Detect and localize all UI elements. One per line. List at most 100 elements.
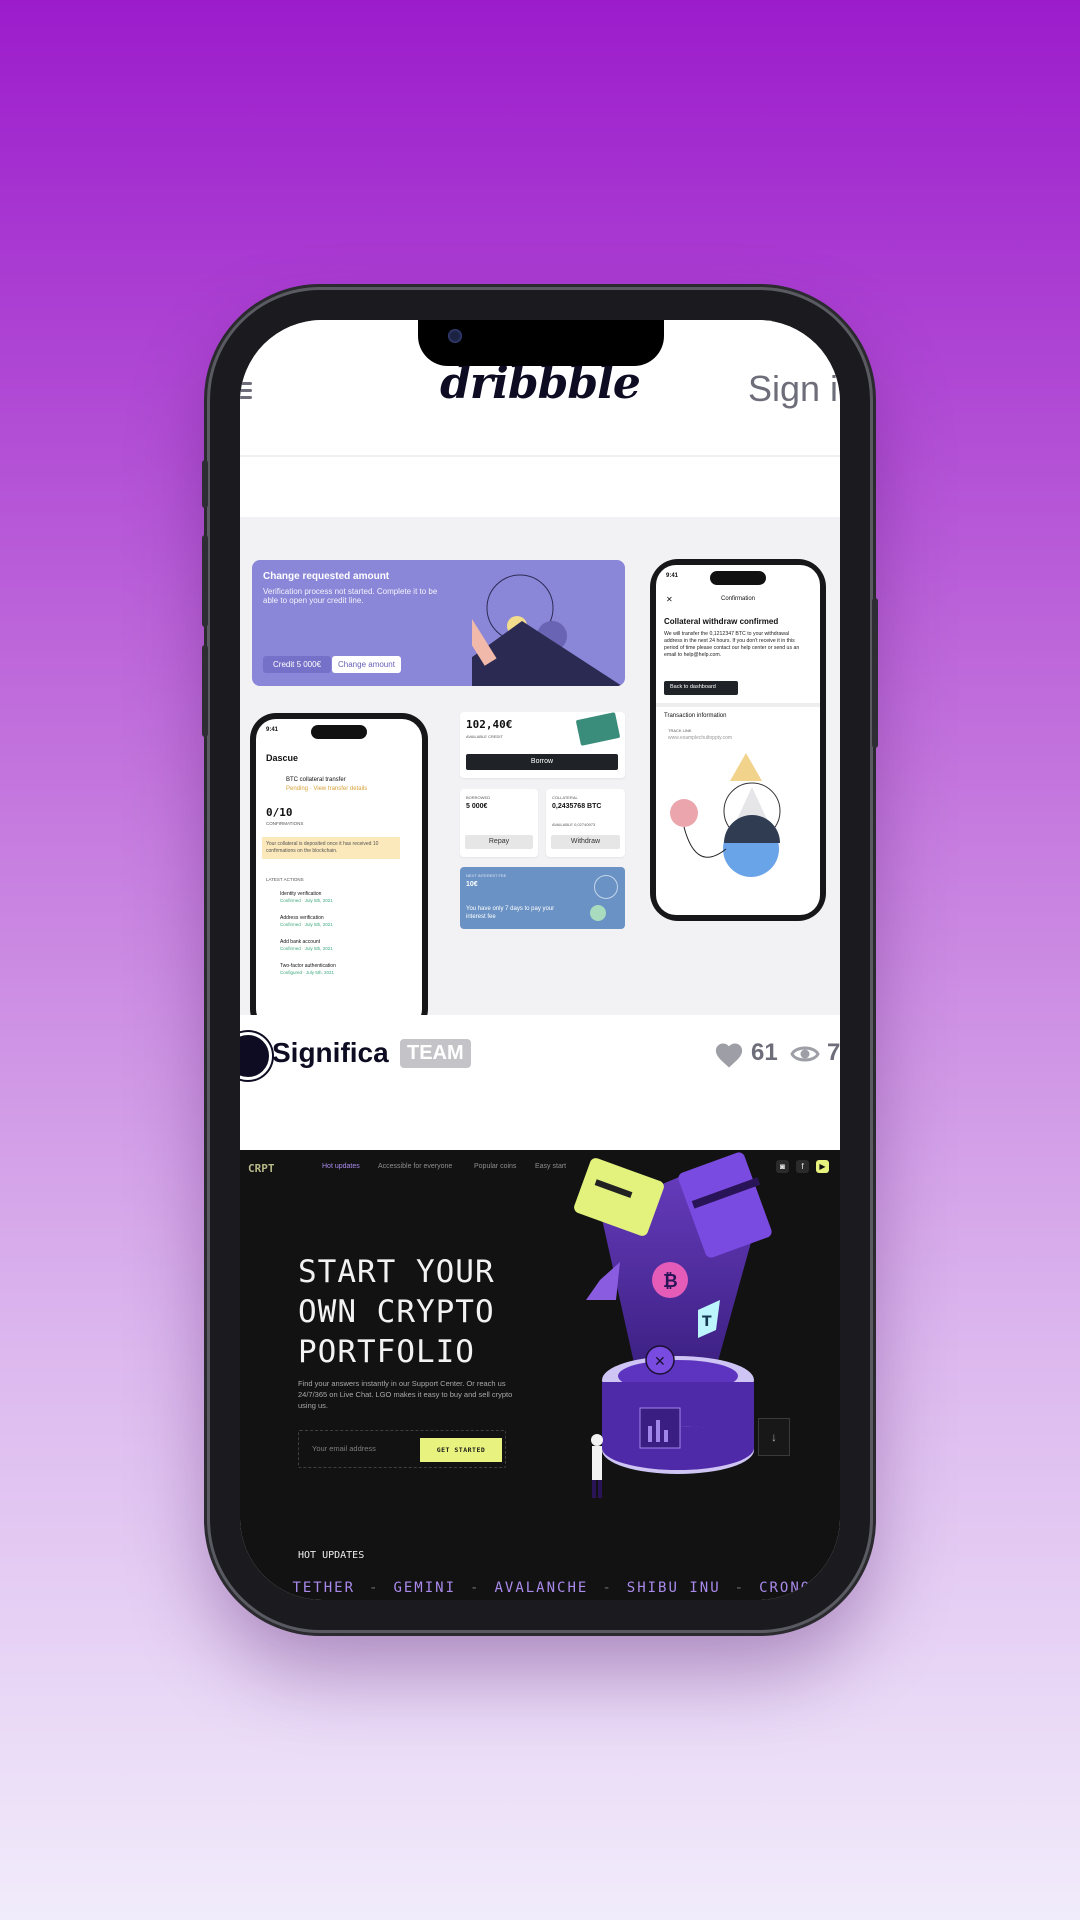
- youtube-icon: ▶: [816, 1160, 829, 1173]
- facebook-icon: f: [796, 1160, 809, 1173]
- mockup-action-sub: Confirmed · July 5th, 2021: [280, 922, 333, 927]
- left-mockup-phone: 9:41 Dascue BTC collateral transfer Pend…: [250, 713, 428, 1015]
- withdraw-button: Withdraw: [551, 835, 620, 849]
- likes-count: 61: [751, 1039, 778, 1066]
- transaction-info-label: Transaction information: [664, 713, 727, 719]
- crypto-illustration: ₿ T ✕: [574, 1152, 772, 1498]
- mockup-confirmations-label: CONFIRMATIONS: [266, 821, 304, 826]
- author-name[interactable]: Significa: [272, 1037, 389, 1069]
- ticker-separator: -: [470, 1580, 481, 1596]
- svg-text:T: T: [702, 1314, 712, 1330]
- camera-icon: [448, 329, 462, 343]
- track-link-label: TRACK LINK: [668, 728, 692, 733]
- team-badge: TEAM: [400, 1039, 471, 1068]
- mute-switch: [202, 460, 208, 508]
- available-btc: AVAILABLE 0,02740973: [552, 822, 596, 827]
- mockup-time-right: 9:41: [666, 573, 679, 579]
- ticker-separator: -: [369, 1580, 380, 1596]
- back-to-dashboard-button: Back to dashboard: [664, 681, 738, 695]
- phone-frame: dribbble Sign in Change requested amount…: [202, 290, 878, 1630]
- power-button: [872, 598, 878, 748]
- change-amount-pill: Change amount: [332, 656, 401, 673]
- interest-text: You have only 7 days to pay your interes…: [466, 906, 555, 920]
- confirmation-body: We will transfer the 0,1212347 BTC to yo…: [664, 631, 800, 658]
- ticker-shibu-inu: SHIBU INU: [626, 1580, 721, 1596]
- mockup-time: 9:41: [266, 727, 279, 733]
- credit-pill: Credit 5 000€: [263, 656, 332, 673]
- collateral-card: COLLATERAL 0,2435768 BTC AVAILABLE 0,027…: [546, 789, 625, 857]
- card-illustration: [472, 574, 622, 686]
- change-amount-card: Change requested amount Verification pro…: [252, 560, 625, 686]
- track-link-value: www.examplechultoppty.com: [668, 735, 733, 741]
- confirmation-header: Confirmation: [720, 596, 755, 602]
- volume-up-button: [202, 535, 208, 627]
- card-body: Verification process not started. Comple…: [263, 587, 438, 605]
- shot-thumbnail-significa[interactable]: Change requested amount Verification pro…: [240, 517, 840, 1015]
- ticker-tether: TETHER: [292, 1580, 356, 1596]
- mockup-action-sub: Confirmed · July 5th, 2021: [280, 898, 333, 903]
- borrow-label: Borrow: [530, 758, 554, 765]
- nav-popular-coins: Popular coins: [474, 1163, 517, 1170]
- available-credit-value: 102,40€: [466, 718, 513, 731]
- borrowed-card: BORROWED 5 000€ Repay: [460, 789, 538, 857]
- section-divider: [656, 703, 820, 707]
- mockup-action-sub: Configured · July 5th, 2021: [280, 970, 335, 975]
- crpt-logo: CRPT: [248, 1162, 275, 1175]
- mockup-notice: Your collateral is deposited once it has…: [262, 837, 400, 859]
- mockup-action-title: Address verification: [280, 915, 324, 921]
- svg-text:✕: ✕: [654, 1354, 666, 1370]
- sign-in-link[interactable]: Sign in: [748, 368, 840, 410]
- ticker-avalanche: AVALANCHE: [494, 1580, 589, 1596]
- collateral-label: COLLATERAL: [552, 795, 578, 800]
- get-started-button: GET STARTED: [420, 1438, 502, 1462]
- hero-headline: START YOUR OWN CRYPTO PORTFOLIO: [298, 1254, 495, 1370]
- avatar[interactable]: [240, 1032, 272, 1080]
- interest-circle: [594, 875, 618, 899]
- views-count: 7: [827, 1039, 840, 1066]
- available-credit-card: 102,40€ AVAILABLE CREDIT Borrow: [460, 712, 625, 778]
- right-mockup-phone: 9:41 ✕ Confirmation Collateral withdraw …: [650, 559, 826, 921]
- mockup-transfer-sub: Pending · View transfer details: [286, 786, 368, 792]
- svg-text:₿: ₿: [663, 1271, 678, 1292]
- repay-button: Repay: [465, 835, 533, 849]
- nav-hot-updates: Hot updates: [322, 1163, 360, 1170]
- mini-card-graphic: [575, 712, 621, 746]
- heart-icon[interactable]: [714, 1041, 744, 1069]
- collateral-value: 0,2435768 BTC: [552, 803, 602, 810]
- nav-accessible: Accessible for everyone: [378, 1163, 453, 1170]
- interest-card: NEXT INTEREST FEE 10€ You have only 7 da…: [460, 867, 625, 929]
- back-to-dashboard-label: Back to dashboard: [670, 684, 716, 690]
- mockup-confirmations-value: 0/10: [266, 806, 293, 819]
- hot-updates-label: HOT UPDATES: [298, 1550, 365, 1561]
- mockup-action-title: Identity verification: [280, 891, 322, 897]
- email-placeholder: Your email address: [312, 1444, 376, 1453]
- scroll-down-icon: ↓: [758, 1418, 790, 1456]
- card-title: Change requested amount: [263, 571, 390, 582]
- borrow-button: Borrow: [466, 754, 618, 770]
- mockup-action-title: Two-factor authentication: [280, 963, 336, 969]
- mockup-latest-actions: LATEST ACTIONS: [266, 877, 304, 882]
- mockup-action-sub: Confirmed · July 5th, 2021: [280, 946, 333, 951]
- available-credit-label: AVAILABLE CREDIT: [466, 734, 503, 739]
- shot-meta-row: Significa TEAM 61 7: [240, 1015, 840, 1100]
- ticker-gemini: GEMINI: [393, 1580, 457, 1596]
- interest-dot: [590, 905, 606, 921]
- mockup-transfer: BTC collateral transfer: [286, 777, 346, 783]
- ticker-separator: -: [268, 1580, 279, 1596]
- interest-label: NEXT INTEREST FEE: [466, 873, 507, 878]
- coin-ticker: - TETHER - GEMINI - AVALANCHE - SHIBU INU - CRONO: [240, 1580, 840, 1596]
- borrowed-value: 5 000€: [466, 803, 488, 810]
- nav-easy-start: Easy start: [535, 1163, 567, 1170]
- confirmation-title: Collateral withdraw confirmed: [664, 617, 779, 626]
- geometric-illustration: [670, 753, 781, 877]
- ticker-crono: CRONO: [759, 1580, 812, 1596]
- notch: [418, 320, 664, 366]
- borrowed-label: BORROWED: [466, 795, 490, 800]
- mockup-action-title: Add bank account: [280, 939, 321, 945]
- ticker-separator: -: [602, 1580, 613, 1596]
- eye-icon: [790, 1046, 820, 1062]
- mockup-title: Dascue: [266, 753, 299, 763]
- ticker-separator: -: [734, 1580, 746, 1596]
- volume-down-button: [202, 645, 208, 737]
- shot-thumbnail-crypto[interactable]: CRPT Hot updates Accessible for everyone…: [240, 1150, 840, 1600]
